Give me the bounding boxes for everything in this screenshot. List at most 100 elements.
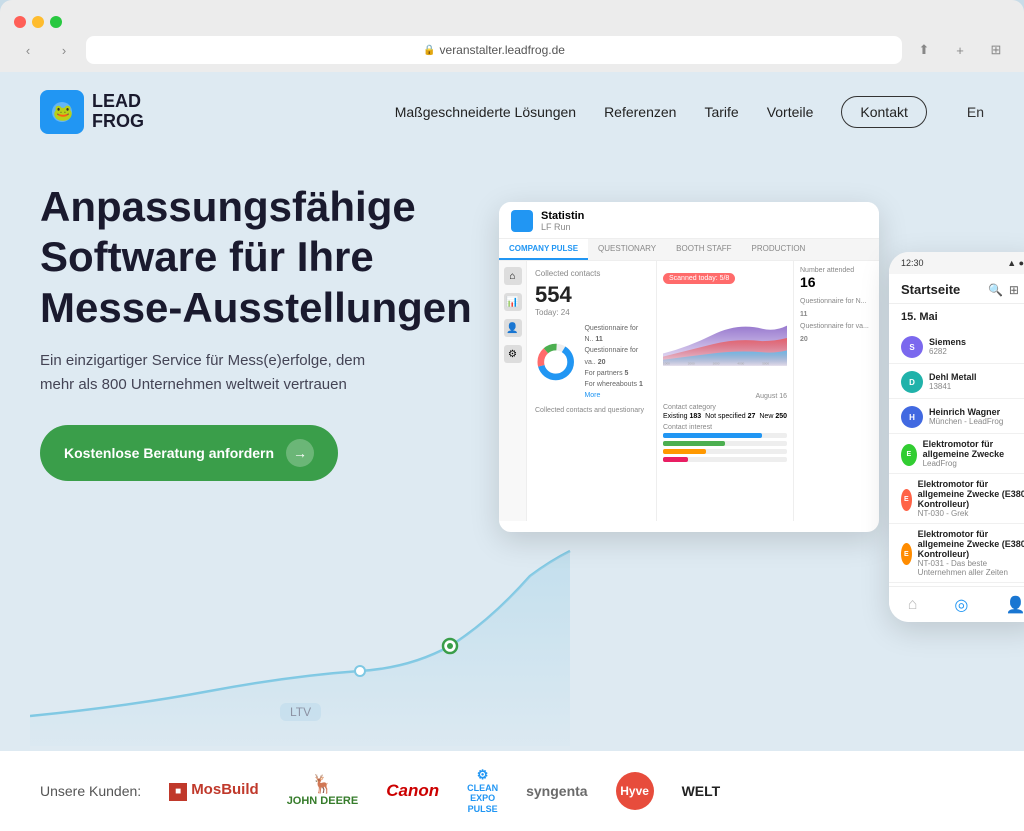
contact-name-3: Heinrich Wagner [929, 407, 1003, 417]
url-text: veranstalter.leadfrog.de [440, 43, 565, 57]
bottom-scan-icon[interactable]: ◎ [954, 595, 968, 615]
tab-booth-staff[interactable]: BOOTH STAFF [666, 239, 741, 260]
list-item-dehl[interactable]: D Dehl Metall 13841 [889, 364, 1024, 399]
contact-sub-1: 6282 [929, 347, 966, 356]
donut-chart-area: Questionnaire for N.. 11 Questionnaire f… [535, 323, 648, 401]
svg-text:5000: 5000 [762, 362, 769, 366]
mobile-time: 12:30 [901, 258, 924, 268]
legend-questionnaire-n: Questionnaire for N.. 11 [584, 323, 648, 345]
tab-production[interactable]: PRODUCTION [742, 239, 816, 260]
nav-link-losungen[interactable]: Maßgeschneiderte Lösungen [395, 104, 576, 120]
logo-hyve: Hyve [616, 772, 654, 810]
lock-icon: 🔒 [423, 45, 435, 56]
list-item-wagner[interactable]: H Heinrich Wagner München - LeadFrog [889, 399, 1024, 434]
additional-stats: Questionnaire for N... 11 Questionnaire … [800, 296, 873, 346]
logo-text: LEAD FROG [92, 92, 144, 132]
mobile-bottom-bar: ⌂ ◎ 👤 [889, 586, 1024, 622]
mobile-date: 15. Mai [901, 311, 938, 323]
cta-button[interactable]: Kostenlose Beratung anfordern → [40, 425, 338, 481]
list-item-elektro2[interactable]: E Elektromotor für allgemeine Zwecke (E3… [889, 474, 1024, 524]
filter-icon[interactable]: ⊞ [1009, 283, 1019, 297]
list-item-elektro3[interactable]: E Elektromotor für allgemeine Zwecke (E3… [889, 524, 1024, 583]
new-tab-button[interactable]: + [946, 36, 974, 64]
logo[interactable]: 🐸 LEAD FROG [40, 90, 144, 134]
mobile-icons: ▲ ● ● [1007, 258, 1024, 268]
sidebar-icon-contacts[interactable]: 👤 [504, 319, 522, 337]
dashboard-company-sub: LF Run [541, 222, 584, 232]
logo-welt: WELT [682, 783, 721, 799]
bottom-person-icon[interactable]: 👤 [1005, 595, 1024, 615]
fullscreen-button[interactable] [50, 16, 62, 28]
ltv-main-label: LTV [280, 703, 321, 721]
back-button[interactable]: ‹ [14, 36, 42, 64]
contact-sub-3: München - LeadFrog [929, 417, 1003, 426]
attended-count: 16 [800, 274, 873, 290]
sidebar-icon-chart[interactable]: 📊 [504, 293, 522, 311]
mobile-header-title: Startseite [901, 282, 960, 297]
nav-link-vorteile[interactable]: Vorteile [767, 104, 814, 120]
share-button[interactable]: ⬆ [910, 36, 938, 64]
collected-and-questionary-label: Collected contacts and questionary [535, 407, 648, 414]
dashboard-company: Statistin [541, 210, 584, 222]
nav-links: Maßgeschneiderte Lösungen Referenzen Tar… [395, 96, 984, 128]
browser-chrome: ‹ › 🔒 veranstalter.leadfrog.de ⬆ + ⊞ [0, 0, 1024, 72]
contact-sub-5: NT-030 - Grek [918, 509, 1024, 518]
hero-title: Anpassungsfähige Software für Ihre Messe… [40, 182, 480, 333]
svg-text:🐸: 🐸 [53, 104, 73, 122]
donut-legend: Questionnaire for N.. 11 Questionnaire f… [584, 323, 648, 401]
dashboard-logo-icon [511, 210, 533, 232]
close-button[interactable] [14, 16, 26, 28]
contact-name-1: Siemens [929, 337, 966, 347]
chart-date-label: August 16 [663, 393, 787, 400]
scanned-badge: Scanned today: 5/8 [663, 273, 735, 284]
mobile-header: Startseite 🔍 ⊞ + [889, 274, 1024, 304]
cta-label: Kostenlose Beratung anfordern [64, 445, 274, 461]
contact-category-section: Contact category Existing 183 Not specif… [663, 404, 787, 462]
bottom-home-icon[interactable]: ⌂ [908, 596, 918, 614]
browser-toolbar: ‹ › 🔒 veranstalter.leadfrog.de ⬆ + ⊞ [14, 36, 1010, 72]
language-selector[interactable]: En [967, 104, 984, 120]
contact-sub-6: NT-031 - Das beste Unternehmen aller Zei… [918, 559, 1024, 577]
forward-button[interactable]: › [50, 36, 78, 64]
address-bar[interactable]: 🔒 veranstalter.leadfrog.de [86, 36, 902, 64]
contacts-count: 554 [535, 282, 648, 308]
minimize-button[interactable] [32, 16, 44, 28]
list-item-siemens[interactable]: S Siemens 6282 [889, 329, 1024, 364]
svg-text:2000: 2000 [688, 362, 695, 366]
traffic-lights [14, 10, 1010, 36]
tab-questionary[interactable]: QUESTIONARY [588, 239, 666, 260]
number-attended-stat: Number attended 16 [800, 267, 873, 290]
interest-bar-4 [663, 457, 787, 462]
legend-for-partners: For partners 5 [584, 368, 648, 379]
category-not-specified: Not specified 27 [705, 413, 755, 420]
list-item-elektro1[interactable]: E Elektromotor für allgemeine Zwecke Lea… [889, 434, 1024, 474]
customers-strip: Unsere Kunden: ■MosBuild 🦌 JOHN DEERE Ca… [0, 751, 1024, 831]
interest-bar-3 [663, 449, 787, 454]
navigation: 🐸 LEAD FROG Maßgeschneiderte Lösungen Re… [0, 72, 1024, 152]
mobile-contact-list: S Siemens 6282 D Dehl Metall 13841 [889, 329, 1024, 583]
contact-button[interactable]: Kontakt [841, 96, 926, 128]
stat-questionnaire-n: Questionnaire for N... 11 [800, 296, 873, 321]
tabs-button[interactable]: ⊞ [982, 36, 1010, 64]
sidebar-icon-home[interactable]: ⌂ [504, 267, 522, 285]
logo-syngenta: syngenta [526, 783, 587, 799]
interest-bars [663, 433, 787, 462]
contact-category-label: Contact category [663, 404, 787, 411]
interest-bar-2 [663, 441, 787, 446]
right-panel: Number attended 16 Questionnaire for N..… [794, 261, 879, 521]
customer-logos: ■MosBuild 🦌 JOHN DEERE Canon ⚙ CLEANEXPO… [169, 767, 984, 815]
tab-company-pulse[interactable]: COMPANY PULSE [499, 239, 588, 260]
search-icon[interactable]: 🔍 [988, 283, 1003, 297]
attended-label: Number attended [800, 267, 873, 274]
nav-link-tarife[interactable]: Tarife [704, 104, 738, 120]
contact-name-6: Elektromotor für allgemeine Zwecke (E380… [918, 529, 1024, 559]
sidebar-icon-settings[interactable]: ⚙ [504, 345, 522, 363]
svg-text:1000: 1000 [663, 362, 670, 366]
mobile-screenshot: 12:30 ▲ ● ● Startseite 🔍 ⊞ + 15. Mai ∧ [889, 252, 1024, 622]
contacts-panel: Collected contacts 554 Today: 24 Questio… [527, 261, 657, 521]
logo-icon: 🐸 [40, 90, 84, 134]
more-link[interactable]: More [584, 390, 648, 401]
mobile-header-icons: 🔍 ⊞ + [988, 283, 1024, 297]
nav-link-referenzen[interactable]: Referenzen [604, 104, 676, 120]
website-content: 🐸 LEAD FROG Maßgeschneiderte Lösungen Re… [0, 72, 1024, 831]
